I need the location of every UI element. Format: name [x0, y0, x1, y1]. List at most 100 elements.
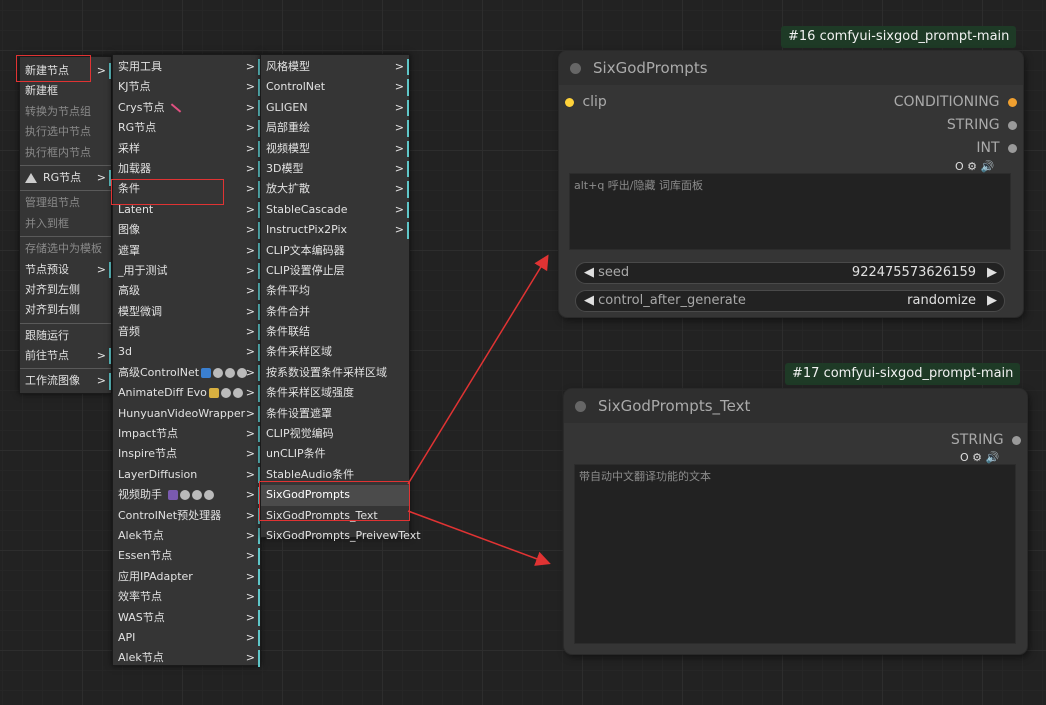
menu-item-workflow-image[interactable]: 工作流图像 >	[20, 371, 111, 391]
menu-item-conditioning-concat[interactable]: 条件联结	[261, 322, 409, 342]
submenu-item-model-tuning[interactable]: 模型微调 >	[113, 302, 260, 322]
string-slot-dot-icon	[1008, 120, 1017, 130]
submenu-item-stablecascade[interactable]: StableCascade >	[261, 200, 409, 220]
submenu-item-conditioning[interactable]: 条件 >	[113, 179, 260, 199]
menu-item-clip-set-last-layer[interactable]: CLIP设置停止层	[261, 261, 409, 281]
sixgodprompts-text-node[interactable]: SixGodPrompts_Text STRING O ⚙ 🔊 带自动中文翻译功…	[564, 389, 1027, 654]
submenu-item-mask[interactable]: 遮罩 >	[113, 241, 260, 261]
prompt-tool-icons[interactable]: O ⚙ 🔊	[955, 160, 994, 173]
menu-item-execute-in-group[interactable]: 执行框内节点	[20, 143, 111, 163]
submenu-item-was-nodes[interactable]: WAS节点 >	[113, 608, 260, 628]
submenu-item-alek-nodes-2[interactable]: Alek节点 >	[113, 648, 260, 668]
submenu-item-controlnet-preprocessors[interactable]: ControlNet预处理器 >	[113, 506, 260, 526]
submenu-item-3d[interactable]: 3d >	[113, 342, 260, 362]
seed-widget[interactable]: ◀ seed 922475573626159 ▶	[575, 262, 1005, 284]
submenu-item-crys-nodes[interactable]: Crys节点 >	[113, 98, 260, 118]
submenu-item-inspire-nodes[interactable]: Inspire节点 >	[113, 444, 260, 464]
submenu-item-style-model[interactable]: 风格模型 >	[261, 57, 409, 77]
menu-item-conditioning-set-area-percentage[interactable]: 按系数设置条件采样区域	[261, 363, 409, 383]
menu-item-stableaudio-conditioning[interactable]: StableAudio条件	[261, 465, 409, 485]
node-tag: #17 comfyui-sixgod_prompt-main	[785, 363, 1021, 385]
arrow-to-node16	[407, 254, 549, 485]
menu-item-clip-vision-encode[interactable]: CLIP视觉编码	[261, 424, 409, 444]
menu-item-new-group[interactable]: 新建框	[20, 81, 111, 101]
prompt-tool-icons[interactable]: O ⚙ 🔊	[960, 451, 999, 464]
prompt-textarea[interactable]: alt+q 呼出/隐藏 词库面板	[569, 173, 1011, 250]
submenu-item-efficiency-nodes[interactable]: 效率节点 >	[113, 587, 260, 607]
menu-item-align-right[interactable]: 对齐到右侧	[20, 300, 111, 320]
menu-item-node-presets[interactable]: 节点预设 >	[20, 260, 111, 280]
submenu-item-rg-nodes[interactable]: RG节点 >	[113, 118, 260, 138]
wand-icon	[171, 103, 182, 113]
submenu-item-advanced-controlnet[interactable]: 高级ControlNet >	[113, 363, 260, 383]
submenu-item-api[interactable]: API >	[113, 628, 260, 648]
menu-item-merge-into-group[interactable]: 并入到框	[20, 214, 111, 234]
decrement-arrow-icon[interactable]: ◀	[584, 293, 594, 308]
submenu-item-layerdiffusion[interactable]: LayerDiffusion >	[113, 465, 260, 485]
submenu-item-essen-nodes[interactable]: Essen节点 >	[113, 546, 260, 566]
submenu-item-for-testing[interactable]: _用于测试 >	[113, 261, 260, 281]
control-after-generate-widget[interactable]: ◀ control_after_generate randomize ▶	[575, 290, 1005, 312]
submenu-item-impact-nodes[interactable]: Impact节点 >	[113, 424, 260, 444]
menu-item-conditioning-set-area-strength[interactable]: 条件采样区域强度	[261, 383, 409, 403]
decrement-arrow-icon[interactable]: ◀	[584, 265, 594, 280]
output-slot-string[interactable]: STRING	[951, 432, 1021, 448]
sixgodprompts-node[interactable]: SixGodPrompts clip CONDITIONING STRING I…	[559, 51, 1023, 317]
submenu-item-utils[interactable]: 实用工具 >	[113, 57, 260, 77]
menu-item-manage-group-nodes[interactable]: 管理组节点	[20, 193, 111, 213]
menu-separator	[20, 236, 111, 238]
submenu-item-alek-nodes[interactable]: Alek节点 >	[113, 526, 260, 546]
menu-item-sixgodprompts-previewtext[interactable]: SixGodPrompts_PreivewText	[261, 526, 421, 546]
menu-item-align-left[interactable]: 对齐到左侧	[20, 280, 111, 300]
submenu-item-advanced[interactable]: 高级 >	[113, 281, 260, 301]
input-slot-clip[interactable]: clip	[565, 94, 607, 110]
menu-item-conditioning-combine[interactable]: 条件合并	[261, 302, 409, 322]
badge-icons	[207, 386, 243, 399]
collapse-dot-icon[interactable]	[575, 401, 586, 412]
output-slot-conditioning[interactable]: CONDITIONING	[894, 94, 1017, 110]
output-slot-string[interactable]: STRING	[947, 117, 1017, 133]
submenu-item-hunyuan-video-wrapper[interactable]: HunyuanVideoWrapper >	[113, 404, 260, 424]
submenu-item-upscale-diffusion[interactable]: 放大扩散 >	[261, 179, 409, 199]
submenu-item-audio[interactable]: 音频 >	[113, 322, 260, 342]
menu-item-conditioning-set-mask[interactable]: 条件设置遮罩	[261, 404, 409, 424]
int-slot-dot-icon	[1008, 143, 1017, 153]
submenu-item-kj-nodes[interactable]: KJ节点 >	[113, 77, 260, 97]
text-textarea[interactable]: 带自动中文翻译功能的文本	[574, 464, 1016, 644]
submenu-item-inpaint[interactable]: 局部重绘 >	[261, 118, 409, 138]
submenu-item-controlnet[interactable]: ControlNet >	[261, 77, 409, 97]
output-slot-int[interactable]: INT	[976, 140, 1017, 156]
submenu-item-animatediff-evo[interactable]: AnimateDiff Evo >	[113, 383, 260, 403]
menu-item-conditioning-average[interactable]: 条件平均	[261, 281, 409, 301]
submenu-item-image[interactable]: 图像 >	[113, 220, 260, 240]
menu-item-go-to-node[interactable]: 前往节点 >	[20, 346, 111, 366]
menu-item-rg-nodes[interactable]: RG节点 >	[20, 168, 111, 188]
menu-item-convert-to-group-node[interactable]: 转换为节点组	[20, 102, 111, 122]
string-slot-dot-icon	[1012, 435, 1021, 445]
node-title-bar[interactable]: SixGodPrompts	[559, 51, 1023, 85]
menu-item-sixgodprompts[interactable]: SixGodPrompts	[261, 485, 409, 506]
menu-item-conditioning-set-area[interactable]: 条件采样区域	[261, 342, 409, 362]
menu-item-clip-text-encode[interactable]: CLIP文本编码器	[261, 241, 409, 261]
submenu-item-sampling[interactable]: 采样 >	[113, 139, 260, 159]
menu-item-sixgodprompts-text[interactable]: SixGodPrompts_Text	[261, 506, 409, 526]
submenu-item-gligen[interactable]: GLIGEN >	[261, 98, 409, 118]
submenu-item-apply-ipadapter[interactable]: 应用IPAdapter >	[113, 567, 260, 587]
menu-item-follow-execution[interactable]: 跟随运行	[20, 326, 111, 346]
submenu-item-video-helper[interactable]: 视频助手 >	[113, 485, 260, 505]
submenu-item-video-model[interactable]: 视频模型 >	[261, 139, 409, 159]
submenu-item-instructpix2pix[interactable]: InstructPix2Pix >	[261, 220, 409, 240]
submenu-item-latent[interactable]: Latent >	[113, 200, 260, 220]
menu-item-unclip-conditioning[interactable]: unCLIP条件	[261, 444, 409, 464]
increment-arrow-icon[interactable]: ▶	[987, 291, 997, 311]
menu-item-new-node[interactable]: 新建节点 >	[20, 61, 111, 81]
submenu-item-loaders[interactable]: 加载器 >	[113, 159, 260, 179]
badge-icons	[199, 366, 248, 379]
menu-item-execute-selected[interactable]: 执行选中节点	[20, 122, 111, 142]
new-node-submenu: 实用工具 > KJ节点 > Crys节点 > RG节点 > 采样 > 加载器 > 条件 > L…	[112, 54, 261, 668]
collapse-dot-icon[interactable]	[570, 63, 581, 74]
submenu-item-3d-model[interactable]: 3D模型 >	[261, 159, 409, 179]
increment-arrow-icon[interactable]: ▶	[987, 263, 997, 283]
menu-item-save-as-template[interactable]: 存储选中为模板	[20, 239, 111, 259]
node-title-bar[interactable]: SixGodPrompts_Text	[564, 389, 1027, 423]
